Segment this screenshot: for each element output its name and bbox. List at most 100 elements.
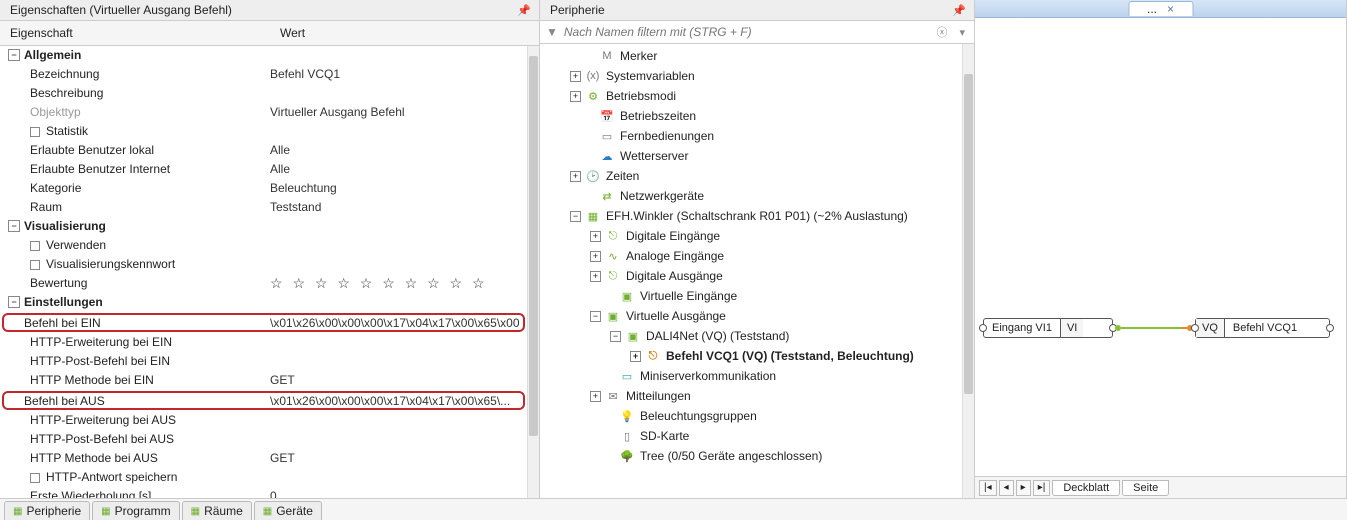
search-input[interactable] bbox=[564, 25, 928, 39]
row-bezeichnung[interactable]: BezeichnungBefehl VCQ1 bbox=[0, 65, 527, 84]
sheet-seite[interactable]: Seite bbox=[1122, 480, 1169, 496]
group-allgemein[interactable]: −Allgemein bbox=[0, 46, 527, 65]
tree-betriebsmodi[interactable]: +⚙Betriebsmodi bbox=[540, 86, 974, 106]
tree-ana-in[interactable]: +∿Analoge Eingänge bbox=[540, 246, 974, 266]
checkbox-icon[interactable] bbox=[30, 241, 40, 251]
row-kategorie[interactable]: KategorieBeleuchtung bbox=[0, 179, 527, 198]
nav-prev-icon[interactable]: ◂ bbox=[999, 480, 1014, 496]
expand-icon[interactable]: − bbox=[8, 296, 20, 308]
scrollbar-thumb[interactable] bbox=[529, 56, 538, 436]
row-erl-internet[interactable]: Erlaubte Benutzer InternetAlle bbox=[0, 160, 527, 179]
tree-fernbed[interactable]: ▭Fernbedienungen bbox=[540, 126, 974, 146]
expand-icon[interactable]: + bbox=[590, 251, 601, 262]
pin-icon[interactable]: 📌 bbox=[517, 4, 531, 17]
scrollbar[interactable] bbox=[527, 46, 539, 498]
peripherie-title: Peripherie bbox=[550, 3, 605, 17]
row-http-meth-ein[interactable]: HTTP Methode bei EINGET bbox=[0, 371, 527, 390]
tree-merker[interactable]: MMerker bbox=[540, 46, 974, 66]
expand-icon[interactable]: + bbox=[570, 71, 581, 82]
expand-icon[interactable]: + bbox=[570, 91, 581, 102]
clear-search-icon[interactable]: ⓧ bbox=[933, 24, 950, 40]
row-erl-lokal[interactable]: Erlaubte Benutzer lokalAlle bbox=[0, 141, 527, 160]
expand-icon[interactable]: + bbox=[630, 351, 641, 362]
row-statistik[interactable]: Statistik bbox=[0, 122, 527, 141]
server-icon: ▦ bbox=[585, 209, 601, 223]
row-bewertung[interactable]: Bewertung☆ ☆ ☆ ☆ ☆ ☆ ☆ ☆ ☆ ☆ bbox=[0, 274, 527, 293]
checkbox-icon[interactable] bbox=[30, 260, 40, 270]
tree-dig-in[interactable]: +⎋Digitale Eingänge bbox=[540, 226, 974, 246]
calendar-icon: 📅 bbox=[599, 109, 615, 123]
document-tab[interactable]: ...× bbox=[1128, 1, 1193, 16]
tree-sysvar[interactable]: +(x)Systemvariablen bbox=[540, 66, 974, 86]
checkbox-icon[interactable] bbox=[30, 127, 40, 137]
tree-netzwerk[interactable]: ⇄Netzwerkgeräte bbox=[540, 186, 974, 206]
collapse-icon[interactable]: − bbox=[610, 331, 621, 342]
port-icon[interactable] bbox=[1191, 324, 1199, 332]
column-headers: Eigenschaft Wert bbox=[0, 21, 539, 46]
tree-dig-out[interactable]: +⎋Digitale Ausgänge bbox=[540, 266, 974, 286]
row-http-post-aus[interactable]: HTTP-Post-Befehl bei AUS bbox=[0, 430, 527, 449]
block-befehl[interactable]: VQ Befehl VCQ1 bbox=[1195, 318, 1330, 338]
tree-sdkarte[interactable]: ▯SD-Karte bbox=[540, 426, 974, 446]
expand-icon[interactable]: − bbox=[8, 220, 20, 232]
row-raum[interactable]: RaumTeststand bbox=[0, 198, 527, 217]
row-befehl-aus[interactable]: Befehl bei AUS\x01\x26\x00\x00\x00\x17\x… bbox=[2, 391, 525, 410]
expand-icon[interactable]: + bbox=[590, 231, 601, 242]
tree-v-out[interactable]: −▣Virtuelle Ausgänge bbox=[540, 306, 974, 326]
close-icon[interactable]: × bbox=[1167, 2, 1174, 16]
row-befehl-ein[interactable]: Befehl bei EIN\x01\x26\x00\x00\x00\x17\x… bbox=[2, 313, 525, 332]
nav-last-icon[interactable]: ▸| bbox=[1033, 480, 1051, 496]
peripherie-header: Peripherie 📌 bbox=[540, 0, 974, 21]
tree-efh[interactable]: −▦EFH.Winkler (Schaltschrank R01 P01) (~… bbox=[540, 206, 974, 226]
expand-icon[interactable]: − bbox=[8, 49, 20, 61]
block-eingang[interactable]: Eingang VI1 VI bbox=[983, 318, 1113, 338]
sheet-deckblatt[interactable]: Deckblatt bbox=[1052, 480, 1120, 496]
nav-first-icon[interactable]: |◂ bbox=[979, 480, 997, 496]
tree-betriebszeiten[interactable]: 📅Betriebszeiten bbox=[540, 106, 974, 126]
expand-icon[interactable]: + bbox=[590, 391, 601, 402]
tree-zeiten[interactable]: +🕑Zeiten bbox=[540, 166, 974, 186]
expand-icon[interactable]: + bbox=[590, 271, 601, 282]
row-beschreibung[interactable]: Beschreibung bbox=[0, 84, 527, 103]
device-icon: ▣ bbox=[625, 329, 641, 343]
row-vis-kennwort[interactable]: Visualisierungskennwort bbox=[0, 255, 527, 274]
col-value[interactable]: Wert bbox=[270, 24, 539, 42]
virtual-out-icon: ▣ bbox=[605, 309, 621, 323]
row-http-ext-aus[interactable]: HTTP-Erweiterung bei AUS bbox=[0, 411, 527, 430]
row-http-ext-ein[interactable]: HTTP-Erweiterung bei EIN bbox=[0, 333, 527, 352]
tree-v-in[interactable]: ▣Virtuelle Eingänge bbox=[540, 286, 974, 306]
row-erste-wdh[interactable]: Erste Wiederholung [s]0 bbox=[0, 487, 527, 498]
expand-icon[interactable]: + bbox=[570, 171, 581, 182]
digital-out-icon: ⎋ bbox=[605, 269, 621, 283]
row-http-post-ein[interactable]: HTTP-Post-Befehl bei EIN bbox=[0, 352, 527, 371]
diagram-canvas[interactable]: Eingang VI1 VI VQ Befehl VCQ1 bbox=[975, 18, 1346, 498]
analog-in-icon: ∿ bbox=[605, 249, 621, 263]
tree-beleuchtung[interactable]: 💡Beleuchtungsgruppen bbox=[540, 406, 974, 426]
collapse-icon[interactable]: − bbox=[570, 211, 581, 222]
comm-icon: ▭ bbox=[619, 369, 635, 383]
scrollbar-thumb[interactable] bbox=[964, 74, 973, 394]
tree-miniserver[interactable]: ▭Miniserverkommunikation bbox=[540, 366, 974, 386]
row-http-meth-aus[interactable]: HTTP Methode bei AUSGET bbox=[0, 449, 527, 468]
light-icon: 💡 bbox=[619, 409, 635, 423]
row-http-save[interactable]: HTTP-Antwort speichern bbox=[0, 468, 527, 487]
nav-next-icon[interactable]: ▸ bbox=[1016, 480, 1031, 496]
row-verwenden[interactable]: Verwenden bbox=[0, 236, 527, 255]
tree-tree[interactable]: 🌳Tree (0/50 Geräte angeschlossen) bbox=[540, 446, 974, 466]
checkbox-icon[interactable] bbox=[30, 473, 40, 483]
port-icon[interactable] bbox=[979, 324, 987, 332]
port-icon[interactable] bbox=[1326, 324, 1334, 332]
tree-dali[interactable]: −▣DALI4Net (VQ) (Teststand) bbox=[540, 326, 974, 346]
scrollbar[interactable] bbox=[962, 44, 974, 498]
search-dropdown-icon[interactable]: ▾ bbox=[956, 26, 968, 39]
tree-befehl-selected[interactable]: +⎋Befehl VCQ1 (VQ) (Teststand, Beleuchtu… bbox=[540, 346, 974, 366]
tree-wetter[interactable]: ☁Wetterserver bbox=[540, 146, 974, 166]
collapse-icon[interactable]: − bbox=[590, 311, 601, 322]
group-einstellungen[interactable]: −Einstellungen bbox=[0, 293, 527, 312]
rating-stars[interactable]: ☆ ☆ ☆ ☆ ☆ ☆ ☆ ☆ ☆ ☆ bbox=[270, 275, 523, 292]
diagram-panel: ...× Eingang VI1 VI VQ Befehl VCQ1 | bbox=[975, 0, 1347, 498]
group-visualisierung[interactable]: −Visualisierung bbox=[0, 217, 527, 236]
pin-icon[interactable]: 📌 bbox=[952, 4, 966, 17]
tree-mitteilungen[interactable]: +✉Mitteilungen bbox=[540, 386, 974, 406]
col-property[interactable]: Eigenschaft bbox=[0, 24, 270, 42]
